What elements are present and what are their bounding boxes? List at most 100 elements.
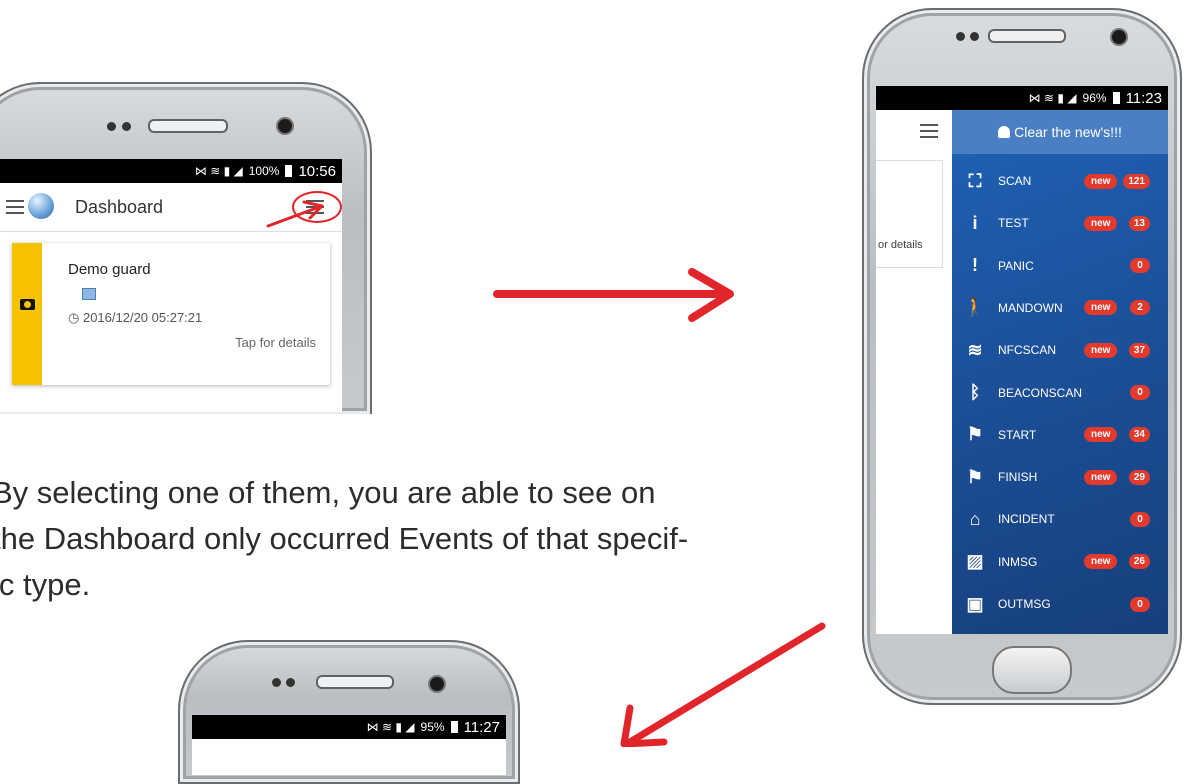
clock: 11:23: [1125, 89, 1162, 107]
menu-icon[interactable]: [6, 200, 24, 214]
background-dashboard: or details: [876, 110, 952, 634]
down-left-arrow: [626, 622, 826, 746]
menu-item-label: FINISH: [998, 470, 1038, 485]
battery-icon: [285, 165, 293, 177]
phone-dashboard: ⋈ ≋ ▮ ◢ 100% 10:56 Dashboard Demo guard …: [0, 82, 372, 414]
caption-line: ic type.: [0, 567, 91, 602]
flag-icon: ⚑: [966, 424, 984, 445]
right-arrow-head: [688, 268, 734, 322]
guard-name: Demo guard: [68, 261, 151, 278]
menu-item-mandown[interactable]: 🚶 MANDOWN new 2: [952, 289, 1168, 327]
battery-percent: 95%: [420, 720, 445, 734]
new-badge: new: [1084, 300, 1118, 316]
front-camera: [1110, 28, 1128, 46]
image-icon: [82, 288, 96, 300]
camera-icon: [20, 299, 35, 310]
event-card-partial[interactable]: or details: [876, 160, 943, 268]
image-icon: ▨: [966, 551, 984, 572]
status-bar: ⋈ ≋ ▮ ◢ 95% 11:27: [192, 715, 506, 739]
status-bar: ⋈ ≋ ▮ ◢ 100% 10:56: [0, 159, 342, 183]
count-badge: 26: [1128, 554, 1150, 570]
signal-icon: ⋈ ≋ ▮ ◢: [1028, 91, 1077, 105]
down-left-arrow-head: [620, 704, 668, 747]
menu-item-scan[interactable]: ⛶ SCAN new 121: [952, 162, 1168, 200]
front-camera: [428, 675, 446, 693]
menu-icon[interactable]: [920, 124, 938, 138]
menu-item-label: NFCSCAN: [998, 343, 1057, 358]
menu-item-label: INCIDENT: [998, 512, 1055, 527]
clear-news-label: Clear the new's!!!: [1014, 124, 1122, 140]
battery-percent: 100%: [248, 164, 280, 178]
drawer-screen: ⋈ ≋ ▮ ◢ 96% 11:23 or details Clear the n…: [876, 86, 1168, 634]
flag-icon: ⚑: [966, 466, 984, 487]
menu-item-start[interactable]: ⚑ START new 34: [952, 416, 1168, 454]
new-badge: new: [1084, 342, 1118, 358]
phone-event-drawer: ⋈ ≋ ▮ ◢ 96% 11:23 or details Clear the n…: [862, 8, 1182, 705]
menu-item-inmsg[interactable]: ▨ INMSG new 26: [952, 543, 1168, 581]
menu-item-label: MANDOWN: [998, 300, 1063, 315]
battery-icon: [450, 721, 458, 733]
filtered-screen: ⋈ ≋ ▮ ◢ 95% 11:27: [192, 715, 506, 775]
menu-item-label: SCAN: [998, 174, 1032, 188]
menu-item-label: INMSG: [998, 554, 1038, 569]
menu-item-finish[interactable]: ⚑ FINISH new 29: [952, 458, 1168, 496]
person-walking-icon: 🚶: [963, 297, 987, 318]
count-badge: 0: [1130, 596, 1150, 612]
count-badge: 13: [1128, 215, 1150, 231]
caption-line: By selecting one of them, you are able t…: [0, 475, 656, 510]
info-icon: i: [972, 212, 978, 233]
menu-item-beaconscan[interactable]: ᛒ BEACONSCAN 0: [952, 374, 1168, 412]
battery-icon: [1112, 92, 1120, 104]
dashboard-screen: ⋈ ≋ ▮ ◢ 100% 10:56 Dashboard Demo guard …: [0, 159, 342, 412]
menu-item-outmsg[interactable]: ▣ OUTMSG 0: [952, 585, 1168, 623]
count-badge: 0: [1130, 258, 1150, 274]
speaker-grill: [148, 119, 228, 133]
caption-line: the Dashboard only occurred Events of th…: [0, 521, 689, 556]
caption-text: By selecting one of them, you are able t…: [0, 470, 792, 608]
event-card[interactable]: Demo guard ◷ 2016/12/20 05:27:21 Tap for…: [12, 243, 330, 385]
front-camera: [276, 117, 294, 135]
sensor-dot: [272, 678, 281, 687]
menu-item-nfcscan[interactable]: ≋ NFCSCAN new 37: [952, 331, 1168, 369]
exclamation-icon: !: [972, 255, 978, 276]
app-bar: Dashboard: [0, 183, 342, 232]
signal-icon: ⋈ ≋ ▮ ◢: [194, 164, 243, 178]
new-badge: new: [1084, 554, 1118, 570]
signal-icon: ⋈ ≋ ▮ ◢: [366, 720, 415, 734]
count-badge: 0: [1130, 385, 1150, 400]
menu-item-label: TEST: [998, 216, 1029, 231]
menu-item-test[interactable]: i TEST new 13: [952, 204, 1168, 242]
new-badge: new: [1084, 469, 1118, 485]
sensor-dot: [286, 678, 295, 687]
speaker-grill: [988, 29, 1066, 43]
sensor-dot: [122, 122, 131, 131]
menu-item-panic[interactable]: ! PANIC 0: [952, 247, 1168, 285]
menu-item-label: OUTMSG: [998, 597, 1051, 611]
bluetooth-icon: ᛒ: [969, 382, 981, 402]
count-badge: 2: [1130, 300, 1150, 316]
clear-news-button[interactable]: Clear the new's!!!: [952, 110, 1168, 154]
clock: 11:27: [463, 718, 500, 736]
highlight-circle: [292, 191, 342, 223]
new-badge: new: [1084, 427, 1118, 443]
card-accent-strip: [12, 243, 42, 385]
tap-for-details-link[interactable]: Tap for details: [235, 335, 316, 350]
globe-logo-icon: [28, 193, 54, 219]
event-timestamp: ◷ 2016/12/20 05:27:21: [68, 310, 203, 325]
scan-icon: ⛶: [968, 170, 982, 191]
new-badge: new: [1084, 173, 1118, 189]
sensor-dot: [107, 122, 116, 131]
page-title: Dashboard: [75, 197, 164, 217]
wifi-icon: ≋: [967, 339, 983, 360]
phone-filtered-dashboard: ⋈ ≋ ▮ ◢ 95% 11:27: [178, 640, 520, 784]
battery-percent: 96%: [1082, 91, 1107, 105]
menu-item-label: BEACONSCAN: [998, 385, 1083, 400]
count-badge: 29: [1128, 469, 1150, 485]
bell-icon: [998, 126, 1011, 138]
count-badge: 0: [1130, 511, 1150, 527]
menu-item-label: PANIC: [998, 258, 1034, 273]
new-badge: new: [1084, 215, 1118, 231]
menu-item-incident[interactable]: ⌂ INCIDENT 0: [952, 500, 1168, 538]
message-icon: ▣: [966, 593, 984, 614]
home-button[interactable]: [992, 646, 1072, 694]
